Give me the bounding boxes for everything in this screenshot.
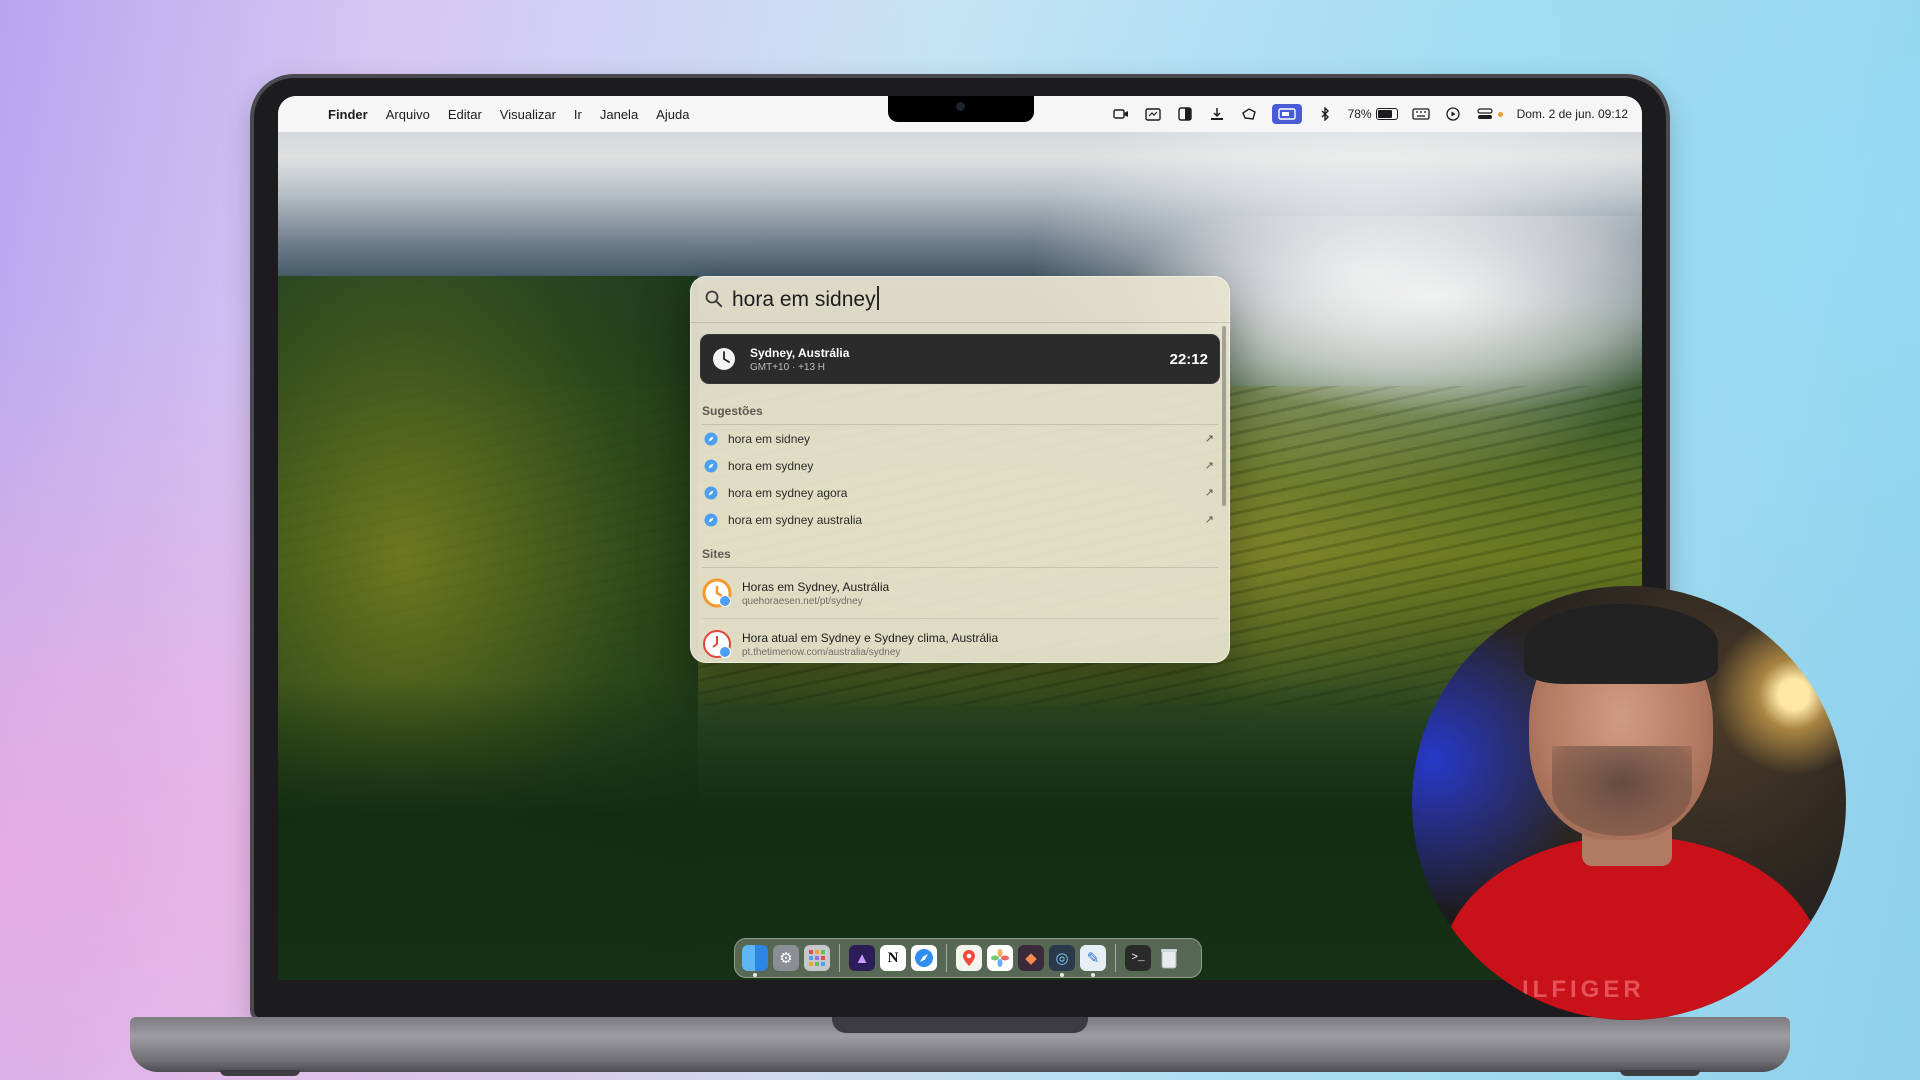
laptop-hinge: [832, 1017, 1088, 1033]
spotlight-search-row[interactable]: hora em sidney: [690, 276, 1230, 323]
spotlight-top-hit[interactable]: Sydney, Austrália GMT+10 · +13 H 22:12: [700, 334, 1220, 384]
shirt-text: ILFIGER: [1522, 976, 1645, 1003]
hand-icon[interactable]: [1240, 107, 1258, 121]
top-hit-title: Sydney, Austrália: [750, 345, 850, 360]
battery-status[interactable]: 78%: [1348, 107, 1398, 121]
bluetooth-icon[interactable]: [1316, 107, 1334, 121]
screenshot-icon[interactable]: [1144, 107, 1162, 121]
site-title: Hora atual em Sydney e Sydney clima, Aus…: [742, 630, 999, 645]
top-hit-text: Sydney, Austrália GMT+10 · +13 H: [750, 346, 1170, 373]
download-icon[interactable]: [1208, 107, 1226, 121]
dock-separator: [1115, 944, 1116, 972]
safari-icon: [704, 459, 718, 472]
menu-ir[interactable]: Ir: [574, 107, 582, 122]
menu-bar: Finder Arquivo Editar Visualizar Ir Jane…: [278, 96, 1642, 132]
site-url: quehoraesen.net/pt/sydney: [742, 595, 863, 607]
suggestion-text: hora em sydney: [728, 458, 814, 473]
menu-arquivo[interactable]: Arquivo: [386, 107, 430, 122]
menu-ajuda[interactable]: Ajuda: [656, 107, 689, 122]
suggestions-section: Sugestões hora em sidney ↗ hora em sydne…: [702, 404, 1218, 533]
text-caret: [876, 286, 879, 310]
presenter-beard: [1552, 746, 1692, 836]
safari-icon[interactable]: [911, 945, 937, 971]
menu-extras: 78% Dom. 2 de jun. 09:12: [1112, 96, 1628, 132]
open-arrow-icon: ↗: [1204, 433, 1214, 445]
suggestion-item[interactable]: hora em sidney ↗: [702, 425, 1218, 452]
site-result[interactable]: Horas em Sydney, Austrália quehoraesen.n…: [702, 568, 1218, 619]
camera-notch: [888, 96, 1034, 122]
trash-icon[interactable]: [1156, 945, 1182, 971]
launchpad-icon[interactable]: [804, 945, 830, 971]
maps-icon[interactable]: [956, 945, 982, 971]
battery-icon: [1375, 108, 1398, 120]
dock-separator: [839, 944, 840, 972]
menu-app-finder[interactable]: Finder: [328, 107, 368, 122]
presenter-hair: [1524, 604, 1718, 684]
suggestion-text: hora em sydney australia: [728, 512, 863, 527]
site-clock-icon: [702, 578, 732, 608]
affinity-icon[interactable]: ▲: [849, 945, 875, 971]
finder-icon[interactable]: [742, 945, 768, 977]
safari-icon: [704, 486, 718, 499]
site-text: Horas em Sydney, Austrália quehoraesen.n…: [742, 580, 889, 607]
menu-visualizar[interactable]: Visualizar: [500, 107, 556, 122]
battery-percent: 78%: [1347, 107, 1372, 121]
suggestion-item[interactable]: hora em sydney ↗: [702, 452, 1218, 479]
menu-left: Finder Arquivo Editar Visualizar Ir Jane…: [278, 107, 689, 122]
quicktime-icon[interactable]: ◎: [1049, 945, 1075, 977]
screen-record-icon[interactable]: [1112, 107, 1130, 121]
clock-icon: [713, 348, 735, 370]
site-globe-icon: [703, 630, 731, 658]
screen-sharing-icon[interactable]: [1271, 104, 1302, 124]
menubar-clock[interactable]: Dom. 2 de jun. 09:12: [1517, 107, 1628, 121]
notion-icon[interactable]: N: [880, 945, 906, 971]
spotlight-search-input[interactable]: hora em sidney: [732, 286, 879, 312]
xcode-icon[interactable]: ✎: [1080, 945, 1106, 977]
suggestions-title: Sugestões: [702, 404, 1218, 425]
site-title: Horas em Sydney, Austrália: [742, 579, 890, 594]
site-result[interactable]: Hora atual em Sydney e Sydney clima, Aus…: [702, 619, 1218, 663]
dock: ⚙ ▲ N ◆ ◎ ✎ >_: [734, 938, 1202, 978]
display-contrast-icon[interactable]: [1176, 107, 1194, 121]
safari-icon: [704, 513, 718, 526]
spotlight-scrollbar[interactable]: [1222, 326, 1226, 506]
top-hit-subtitle: GMT+10 · +13 H: [750, 361, 826, 373]
control-center-icon[interactable]: [1476, 107, 1494, 121]
search-icon: [705, 290, 723, 308]
mic-in-use-indicator: [1497, 111, 1503, 117]
terminal-icon[interactable]: >_: [1125, 945, 1151, 971]
suggestion-item[interactable]: hora em sydney agora ↗: [702, 479, 1218, 506]
system-settings-icon[interactable]: ⚙: [773, 945, 799, 971]
laptop-foot-left: [220, 1070, 300, 1076]
keyboard-icon[interactable]: [1411, 107, 1430, 121]
menu-janela[interactable]: Janela: [600, 107, 638, 122]
sites-title: Sites: [702, 547, 1218, 568]
presenter-webcam: ILFIGER: [1412, 586, 1846, 1020]
open-arrow-icon: ↗: [1204, 460, 1214, 472]
suggestion-item[interactable]: hora em sydney australia ↗: [702, 506, 1218, 533]
top-hit-time: 22:12: [1169, 350, 1208, 368]
now-playing-icon[interactable]: [1444, 107, 1462, 121]
sites-section: Sites Horas em Sydney, Austrália quehora…: [702, 547, 1218, 663]
suggestion-text: hora em sidney: [728, 431, 811, 446]
camera-icon: [956, 102, 965, 111]
menu-editar[interactable]: Editar: [448, 107, 482, 122]
dock-separator: [946, 944, 947, 972]
site-text: Hora atual em Sydney e Sydney clima, Aus…: [742, 631, 998, 658]
photos-icon[interactable]: [987, 945, 1013, 971]
spotlight-window: hora em sidney Sydney, Austrália GMT+10 …: [690, 276, 1230, 663]
open-arrow-icon: ↗: [1204, 514, 1214, 526]
laptop-foot-right: [1620, 1070, 1700, 1076]
suggestion-text: hora em sydney agora: [728, 485, 848, 500]
affinity-photo-icon[interactable]: ◆: [1018, 945, 1044, 971]
open-arrow-icon: ↗: [1204, 487, 1214, 499]
site-url: pt.thetimenow.com/australia/sydney: [742, 646, 901, 658]
safari-icon: [704, 432, 718, 445]
